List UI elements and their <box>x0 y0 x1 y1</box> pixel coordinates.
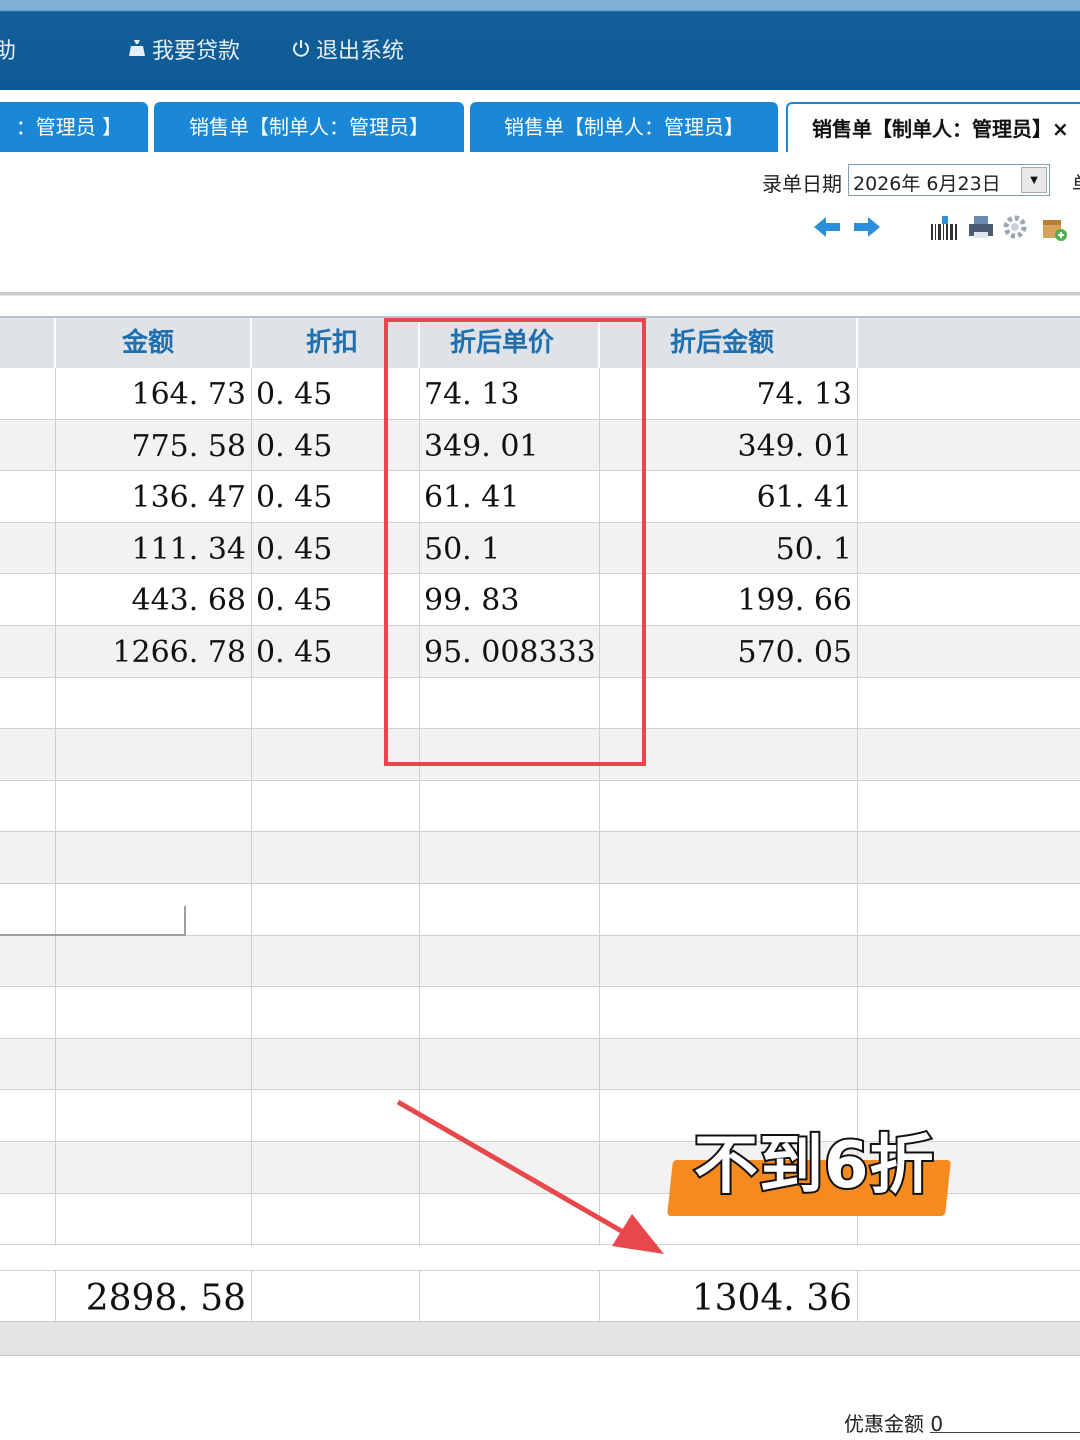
menu-item-help[interactable]: 助 <box>0 38 16 66</box>
cell-unit-price-after-discount[interactable]: 74. 13 <box>424 368 598 420</box>
total-amount: 2898. 58 <box>85 1278 246 1319</box>
cell-amount-after-discount[interactable]: 199. 66 <box>600 574 856 626</box>
grid-vline <box>55 368 56 1246</box>
cell-amount[interactable]: 1266. 78 <box>56 626 250 678</box>
discount-amount-field: 优惠金额 0 <box>844 1408 943 1437</box>
document-tabs: ：管理员 】 销售单【制单人：管理员】 销售单【制单人：管理员】 销售单【制单人… <box>0 90 1080 152</box>
cell-discount[interactable]: 0. 45 <box>256 471 416 523</box>
tab-label: 销售单【制单人：管理员】× <box>812 117 1069 141</box>
totals-row: 2898. 58 1304. 36 <box>0 1270 1080 1323</box>
table-row[interactable] <box>0 935 1080 988</box>
discount-amount-label: 优惠金额 <box>844 1412 924 1436</box>
clipped-label: 单 <box>1072 168 1080 197</box>
cell-amount[interactable]: 111. 34 <box>56 523 250 575</box>
cell-discount[interactable]: 0. 45 <box>256 574 416 626</box>
grid-vline <box>857 1271 858 1323</box>
table-row[interactable]: 1266. 78 0. 45 95. 0083333 570. 05 <box>0 626 1080 678</box>
table-row[interactable] <box>0 781 1080 833</box>
entry-date-value: 2026年 6月23日 <box>853 173 1001 195</box>
grid-vline <box>857 368 858 1246</box>
cell-amount[interactable]: 164. 73 <box>56 368 250 420</box>
cell-discount[interactable]: 0. 45 <box>256 368 416 420</box>
table-row[interactable]: 111. 34 0. 45 50. 1 50. 1 <box>0 522 1080 575</box>
header-cell-clipped <box>0 318 56 368</box>
arrow-right-icon[interactable] <box>852 214 882 246</box>
grid-vline <box>251 368 252 1246</box>
cell-amount-after-discount[interactable]: 349. 01 <box>600 420 856 472</box>
cell-unit-price-after-discount[interactable]: 349. 01 <box>424 420 598 472</box>
cell-unit-price-after-discount[interactable]: 99. 83 <box>424 574 598 626</box>
total-amount-after-discount: 1304. 36 <box>691 1278 852 1319</box>
column-header-amount-after-discount[interactable]: 折后金额 <box>600 318 858 368</box>
column-header-amount[interactable]: 金额 <box>56 318 252 368</box>
print-icon[interactable] <box>966 214 996 246</box>
table-row[interactable] <box>0 729 1080 781</box>
tab-sales-order-1[interactable]: ：管理员 】 <box>0 102 148 152</box>
table-row[interactable] <box>0 987 1080 1039</box>
table-row[interactable] <box>0 678 1080 730</box>
horizontal-scrollbar[interactable] <box>0 1322 1080 1356</box>
tab-sales-order-active[interactable]: 销售单【制单人：管理员】× <box>786 102 1080 152</box>
column-header-unit-price-after-discount[interactable]: 折后单价 <box>420 318 600 368</box>
grid-vline <box>419 368 420 1246</box>
cell-discount[interactable]: 0. 45 <box>256 626 416 678</box>
toolbar-divider <box>0 292 1080 296</box>
cell-amount-after-discount[interactable]: 50. 1 <box>600 523 856 575</box>
cell-amount[interactable]: 443. 68 <box>56 574 250 626</box>
cell-unit-price-after-discount[interactable]: 95. 0083333 <box>424 626 598 678</box>
entry-date-label: 录单日期 <box>762 172 842 196</box>
table-row[interactable]: 775. 58 0. 45 349. 01 349. 01 <box>0 419 1080 472</box>
grid-vline <box>419 1271 420 1323</box>
menu-item-loan[interactable]: 我要贷款 <box>126 38 240 66</box>
cell-amount-after-discount[interactable]: 74. 13 <box>600 368 856 420</box>
cell-discount[interactable]: 0. 45 <box>256 420 416 472</box>
menu-item-help-label: 助 <box>0 39 17 64</box>
discount-amount-underline <box>930 1432 1080 1433</box>
top-menu-bar: 助 我要贷款 退出系统 <box>0 0 1080 90</box>
settings-icon[interactable] <box>1000 214 1030 246</box>
cell-amount[interactable]: 775. 58 <box>56 420 250 472</box>
menu-item-loan-label: 我要贷款 <box>152 39 241 64</box>
column-header-discount[interactable]: 折扣 <box>252 318 420 368</box>
export-icon[interactable] <box>1038 214 1070 246</box>
cell-discount[interactable]: 0. 45 <box>256 523 416 575</box>
barcode-icon[interactable] <box>928 214 962 246</box>
arrow-left-icon[interactable] <box>812 214 842 246</box>
chevron-down-icon[interactable]: ▼ <box>1021 167 1047 193</box>
menu-item-logout[interactable]: 退出系统 <box>290 38 404 66</box>
tab-label: ：管理员 】 <box>15 115 123 139</box>
power-icon <box>290 38 312 66</box>
grid-vline <box>599 368 600 1246</box>
cell-amount[interactable]: 136. 47 <box>56 471 250 523</box>
table-row[interactable]: 136. 47 0. 45 61. 41 61. 41 <box>0 471 1080 523</box>
tab-label: 销售单【制单人：管理员】 <box>189 115 429 139</box>
table-row[interactable]: 443. 68 0. 45 99. 83 199. 66 <box>0 574 1080 626</box>
table-row[interactable] <box>0 884 1080 936</box>
table-row[interactable] <box>0 832 1080 884</box>
overlay-edge <box>0 934 186 936</box>
callout-text: 不到6折 <box>692 1127 936 1205</box>
table-row[interactable]: 164. 73 0. 45 74. 13 74. 13 <box>0 368 1080 420</box>
money-bag-icon <box>126 38 148 66</box>
cell-unit-price-after-discount[interactable]: 61. 41 <box>424 471 598 523</box>
tab-sales-order-3[interactable]: 销售单【制单人：管理员】 <box>470 102 778 152</box>
grid-header: 金额 折扣 折后单价 折后金额 <box>0 316 1080 368</box>
menu-item-logout-label: 退出系统 <box>316 39 405 64</box>
cell-amount-after-discount[interactable]: 61. 41 <box>600 471 856 523</box>
tab-label: 销售单【制单人：管理员】 <box>504 115 744 139</box>
grid-vline <box>251 1271 252 1323</box>
entry-date-picker[interactable]: 2026年 6月23日 ▼ <box>848 164 1050 196</box>
cell-unit-price-after-discount[interactable]: 50. 1 <box>424 523 598 575</box>
tab-sales-order-2[interactable]: 销售单【制单人：管理员】 <box>154 102 464 152</box>
overlay-edge <box>184 906 186 936</box>
table-row[interactable] <box>0 1038 1080 1091</box>
cell-amount-after-discount[interactable]: 570. 05 <box>600 626 856 678</box>
